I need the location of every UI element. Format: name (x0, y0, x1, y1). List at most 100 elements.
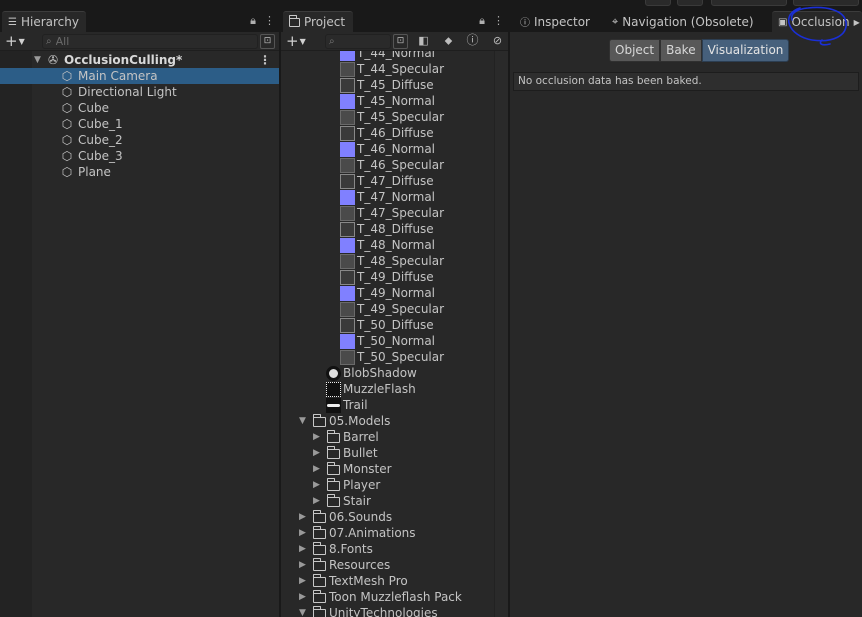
tab-hierarchy[interactable]: ☰ Hierarchy (2, 11, 86, 32)
tab-inspector-label: Inspector (534, 14, 590, 29)
layout-dropdown[interactable] (793, 0, 859, 6)
lock-icon[interactable]: 🔒︎ (250, 14, 256, 28)
hierarchy-item[interactable]: ⬡ Plane (0, 164, 279, 180)
tab-project[interactable]: Project (283, 11, 353, 32)
folder-icon (326, 446, 340, 459)
info-toggle-icon[interactable]: ⓘ (465, 34, 480, 49)
normal-map-thumbnail (340, 238, 355, 253)
search-options-icon[interactable]: ⊡ (260, 34, 275, 49)
gameobject-cube-icon: ⬡ (61, 165, 73, 179)
project-search[interactable]: ⌕ (325, 34, 391, 49)
normal-map-thumbnail (340, 286, 355, 301)
collapse-arrow-icon[interactable]: ▶ (299, 557, 306, 573)
scene-kebab-icon[interactable]: ⋮ (259, 52, 271, 68)
diffuse-texture-thumbnail (340, 78, 355, 93)
occlusion-mode-bar: Object Bake Visualization (609, 39, 790, 62)
history-button[interactable] (645, 0, 671, 6)
hidden-toggle-icon[interactable]: ⊘ (490, 34, 505, 49)
tab-overflow-arrow-icon[interactable]: ▶ (854, 18, 860, 27)
project-panel: Project 🔒︎ ⋮ +▼ ⌕ ⊡ ◧ ⬥ ⓘ ⊘ T_44_Normal T… (281, 10, 508, 617)
blob-texture-thumbnail (326, 366, 341, 381)
project-item-label: 8.Fonts (329, 542, 373, 556)
create-dropdown-button[interactable]: +▼ (286, 32, 306, 51)
diffuse-texture-thumbnail (340, 318, 355, 333)
filter-label-icon[interactable]: ⬥ (441, 34, 456, 49)
tab-occlusion-label: Occlusion (791, 15, 850, 29)
collapse-arrow-icon[interactable]: ▶ (299, 509, 306, 525)
gameobject-cube-icon: ⬡ (61, 117, 73, 131)
folder-icon (312, 590, 326, 603)
hierarchy-item[interactable]: ⬡ Cube_1 (0, 116, 279, 132)
hierarchy-item[interactable]: ⬡ Main Camera (0, 68, 279, 84)
project-item-label: Resources (329, 558, 391, 572)
project-item-label: T_48_Normal (357, 238, 436, 252)
specular-texture-thumbnail (340, 350, 355, 365)
gameobject-cube-icon: ⬡ (61, 101, 73, 115)
kebab-menu-icon[interactable]: ⋮ (264, 14, 275, 28)
project-item-label: T_48_Specular (357, 254, 445, 268)
collapse-arrow-icon[interactable]: ▶ (299, 573, 306, 589)
occlusion-icon: ▣ (778, 16, 788, 28)
gameobject-cube-icon: ⬡ (61, 69, 73, 83)
hierarchy-search-input[interactable] (55, 35, 257, 48)
lock-icon[interactable]: 🔒︎ (479, 14, 485, 28)
project-item-label: T_44_Specular (357, 62, 445, 76)
collapse-arrow-icon[interactable]: ▶ (299, 541, 306, 557)
object-mode-button[interactable]: Object (609, 39, 661, 62)
collapse-arrow-icon[interactable]: ▶ (313, 477, 320, 493)
hierarchy-item[interactable]: ⬡ Cube_3 (0, 148, 279, 164)
hierarchy-item-label: Cube_2 (78, 133, 123, 147)
gameobject-cube-icon: ⬡ (61, 133, 73, 147)
tab-navigation-label: Navigation (Obsolete) (622, 14, 754, 29)
info-icon: ⓘ (520, 18, 530, 29)
hierarchy-item[interactable]: ⬡ Directional Light (0, 84, 279, 100)
tab-occlusion[interactable]: ▣ Occlusion ▶ (772, 11, 862, 32)
normal-map-thumbnail (340, 142, 355, 157)
collapse-arrow-icon[interactable]: ▶ (313, 445, 320, 461)
tab-inspector[interactable]: ⓘ Inspector (514, 11, 596, 32)
tab-navigation[interactable]: ⌖ Navigation (Obsolete) (606, 11, 760, 32)
kebab-menu-icon[interactable]: ⋮ (493, 14, 504, 28)
hierarchy-search[interactable]: ⌕ (42, 34, 258, 49)
specular-texture-thumbnail (340, 302, 355, 317)
project-search-input[interactable] (334, 35, 390, 48)
project-item-label: T_45_Specular (357, 110, 445, 124)
project-item-label: MuzzleFlash (343, 382, 416, 396)
hierarchy-item-label: Directional Light (78, 85, 177, 99)
visualization-mode-button[interactable]: Visualization (701, 39, 790, 62)
search-button[interactable] (677, 0, 703, 6)
hierarchy-item-label: Plane (78, 165, 111, 179)
expand-arrow-icon[interactable]: ▼ (299, 413, 306, 429)
collapse-arrow-icon[interactable]: ▶ (299, 525, 306, 541)
plus-icon: + (286, 32, 299, 50)
project-item-label: Player (343, 478, 381, 492)
expand-arrow-icon[interactable]: ▼ (299, 605, 306, 617)
collapse-arrow-icon[interactable]: ▶ (299, 589, 306, 605)
hierarchy-list-icon: ☰ (8, 16, 17, 28)
collapse-arrow-icon[interactable]: ▶ (313, 493, 320, 509)
create-dropdown-button[interactable]: +▼ (5, 32, 25, 51)
project-item-label: T_46_Diffuse (357, 126, 434, 140)
hierarchy-item[interactable]: ⬡ Cube_2 (0, 132, 279, 148)
project-scrollbar[interactable] (494, 51, 508, 617)
collapse-arrow-icon[interactable]: ▶ (313, 429, 320, 445)
layers-dropdown[interactable] (711, 0, 787, 6)
project-toolbar: +▼ ⌕ ⊡ ◧ ⬥ ⓘ ⊘ (281, 32, 508, 51)
folder-icon (326, 478, 340, 491)
expand-arrow-icon[interactable]: ▼ (34, 52, 41, 68)
scene-row[interactable]: ▼ ✇ OcclusionCulling* ⋮ (0, 52, 279, 68)
folder-icon (312, 542, 326, 555)
folder-icon (312, 606, 326, 617)
scene-name: OcclusionCulling* (64, 53, 183, 67)
hierarchy-item[interactable]: ⬡ Cube (0, 100, 279, 116)
bake-mode-button[interactable]: Bake (660, 39, 702, 62)
gameobject-cube-icon: ⬡ (61, 85, 73, 99)
normal-map-thumbnail (340, 190, 355, 205)
collapse-arrow-icon[interactable]: ▶ (313, 461, 320, 477)
project-item-label: Barrel (343, 430, 379, 444)
project-item-label: T_50_Normal (357, 334, 436, 348)
project-tab-icons: 🔒︎ ⋮ (479, 14, 504, 28)
search-options-icon[interactable]: ⊡ (393, 34, 408, 49)
diffuse-texture-thumbnail (340, 270, 355, 285)
filter-type-icon[interactable]: ◧ (416, 34, 431, 49)
